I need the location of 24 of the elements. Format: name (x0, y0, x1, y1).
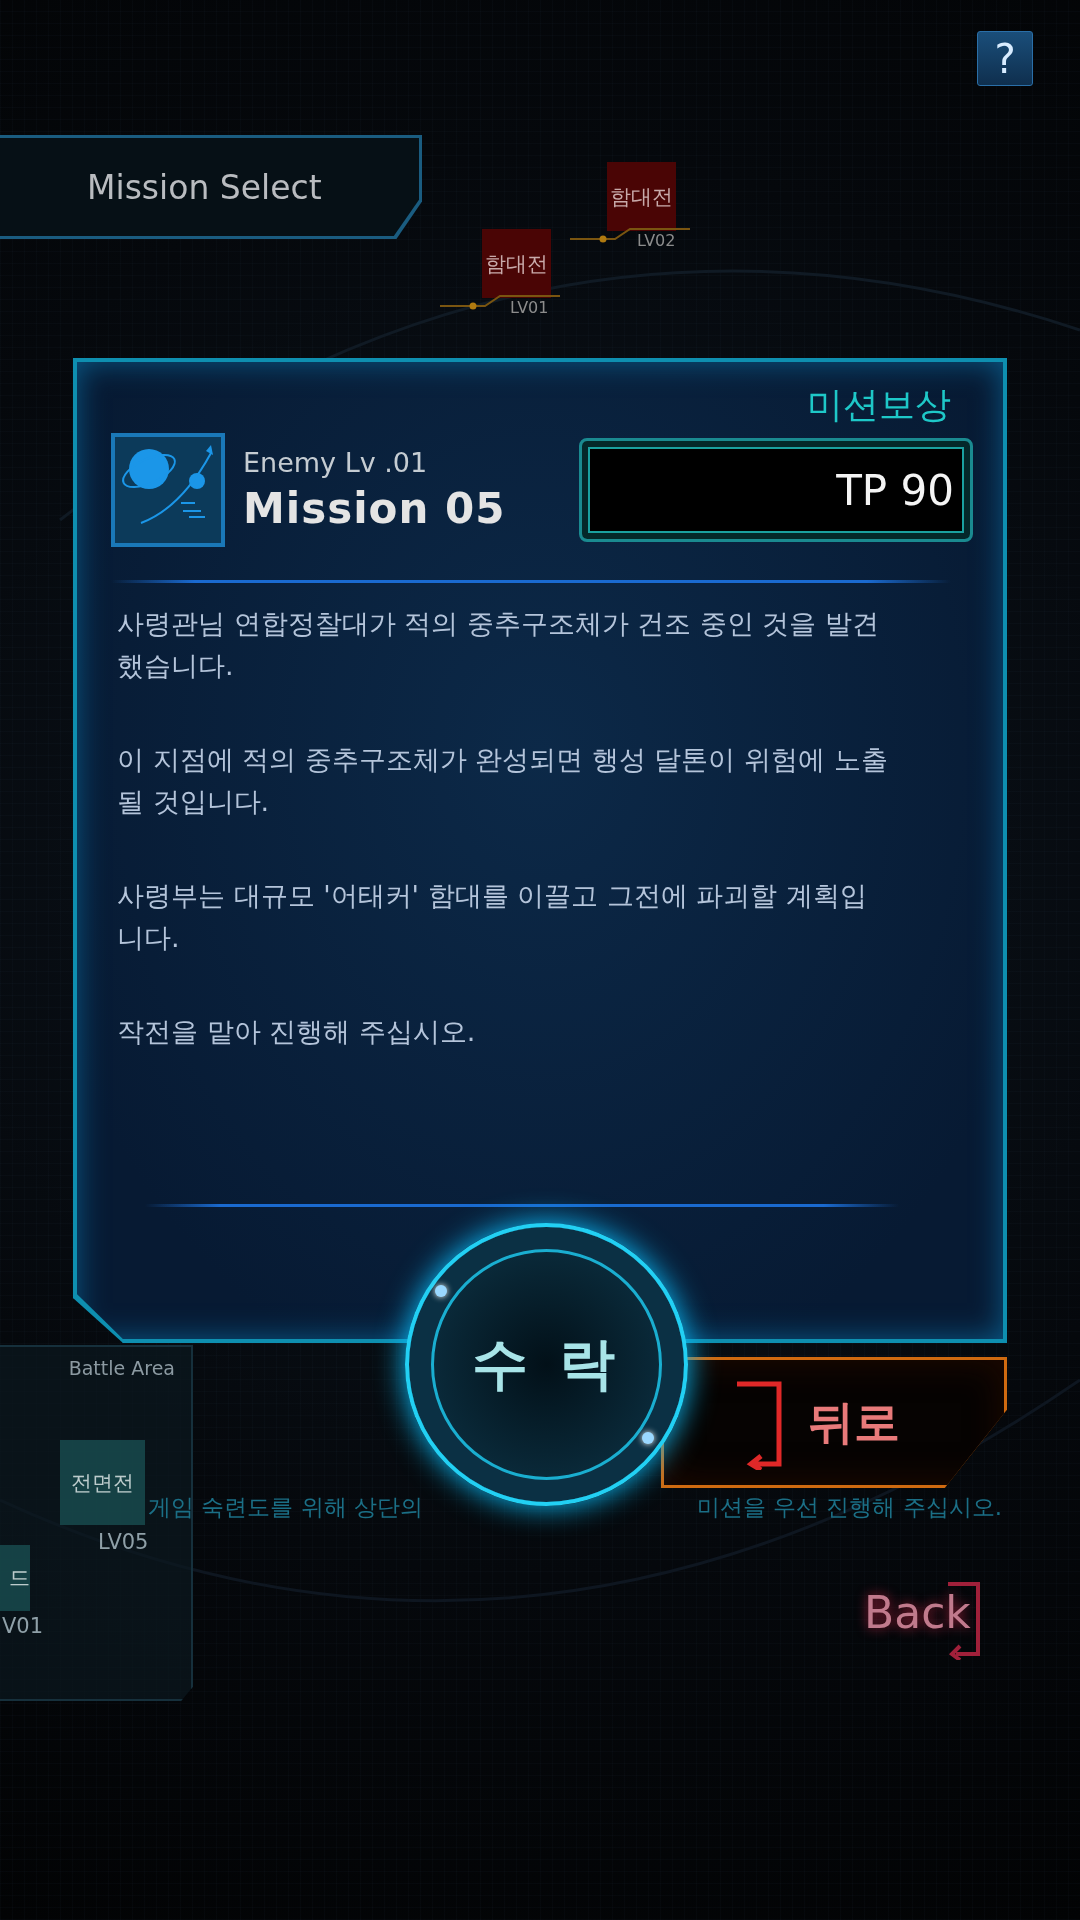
map-node[interactable]: 드 (0, 1545, 30, 1611)
node-level: V01 (2, 1614, 44, 1638)
return-arrow-icon (735, 1380, 785, 1470)
briefing-paragraph: 이 지점에 적의 중추구조체가 완성되면 행성 달톤이 위험에 노출될 것입니다. (117, 743, 889, 819)
node-level: LV02 (637, 231, 676, 250)
node-level: LV01 (510, 298, 549, 317)
briefing-paragraph: 사령관님 연합정찰대가 적의 중추구조체가 건조 중인 것을 발견했습니다. (117, 607, 881, 683)
hint-text: 미션을 우선 진행해 주십시오. (696, 1493, 1002, 1522)
enemy-level: Enemy Lv .01 (243, 447, 429, 478)
briefing-paragraph: 사령부는 대규모 '어태커' 함대를 이끌고 그전에 파괴할 계획입니다. (117, 879, 868, 955)
help-button[interactable]: ? (977, 31, 1033, 86)
briefing-paragraph: 작전을 맡아 진행해 주십시오. (117, 1015, 477, 1049)
planet-map-icon (111, 433, 225, 547)
battle-area-title: Battle Area (68, 1357, 175, 1379)
mission-title: Mission 05 (243, 484, 507, 533)
node-level: LV05 (98, 1530, 149, 1554)
reward-label: 미션보상 (806, 383, 951, 427)
header-title: Mission Select (87, 167, 322, 207)
map-node[interactable]: 함대전 (607, 162, 676, 231)
reward-value: TP 90 (579, 438, 973, 542)
map-node[interactable]: 함대전 (482, 229, 551, 298)
return-button[interactable]: 뒤로 (661, 1357, 1007, 1488)
map-node[interactable]: 전면전 (60, 1440, 145, 1525)
back-button[interactable]: Back (864, 1587, 971, 1638)
